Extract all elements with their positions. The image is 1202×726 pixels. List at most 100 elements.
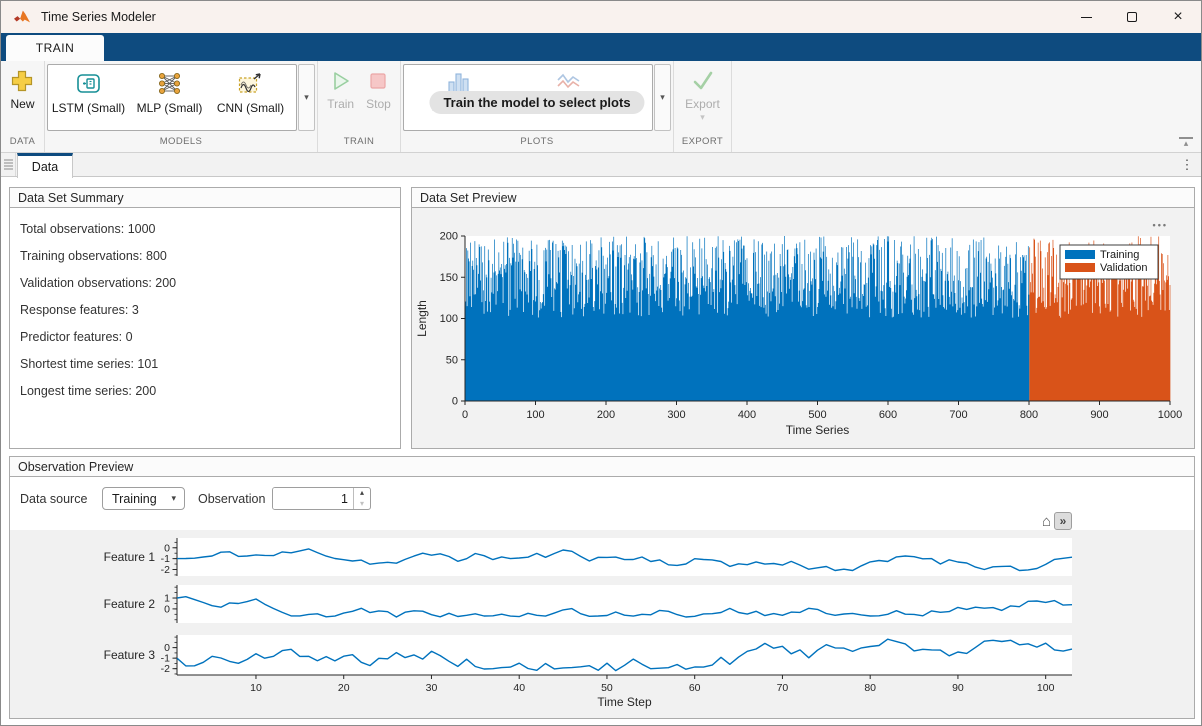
svg-text:100: 100 xyxy=(440,313,458,325)
ribbon-section-export: Export ▾ EXPORT xyxy=(674,61,732,152)
play-icon xyxy=(330,70,352,92)
minimize-icon xyxy=(1081,17,1092,18)
home-icon[interactable]: ⌂ xyxy=(1042,514,1051,529)
model-mlp-small[interactable]: MLP (Small) xyxy=(129,65,210,130)
title-bar: Time Series Modeler × xyxy=(1,1,1201,33)
svg-text:200: 200 xyxy=(597,409,615,421)
dataset-preview-chart: 0501001502000100200300400500600700800900… xyxy=(412,208,1194,449)
observation-figure: 0-1-2Feature 110Feature 20-1-2Feature 31… xyxy=(10,530,1194,718)
stop-button[interactable]: Stop xyxy=(366,70,391,136)
svg-text:500: 500 xyxy=(808,409,826,421)
observation-controls: Data source Training ▾ Observation ▴ ▾ xyxy=(10,487,1194,513)
svg-text:Training: Training xyxy=(1100,249,1139,261)
svg-text:90: 90 xyxy=(952,682,964,694)
ribbon: New DATA xyxy=(1,61,1201,153)
svg-text:Feature 2: Feature 2 xyxy=(104,597,156,611)
close-button[interactable]: × xyxy=(1155,1,1201,33)
lstm-model-icon xyxy=(75,70,102,97)
window-title: Time Series Modeler xyxy=(41,10,156,24)
svg-text:70: 70 xyxy=(777,682,789,694)
collapse-ribbon-button[interactable]: ▴ xyxy=(1179,137,1193,148)
observation-panel-title: Observation Preview xyxy=(10,457,1194,477)
model-lstm-label: LSTM (Small) xyxy=(52,101,125,115)
axes-toolbar: ⌂ » xyxy=(1040,511,1074,531)
train-button-label: Train xyxy=(327,97,354,111)
maximize-icon xyxy=(1127,12,1137,22)
summary-response-features: Response features: 3 xyxy=(20,303,400,316)
svg-text:Feature 3: Feature 3 xyxy=(104,648,156,662)
matlab-logo-icon xyxy=(13,9,31,25)
expand-toolbar-button[interactable]: » xyxy=(1054,512,1072,530)
section-label-train: TRAIN xyxy=(318,136,400,152)
model-lstm-small[interactable]: LSTM (Small) xyxy=(48,65,129,130)
cnn-model-icon xyxy=(237,70,264,97)
chart-options-button[interactable]: ••• xyxy=(1153,220,1168,230)
svg-text:800: 800 xyxy=(1020,409,1038,421)
new-plus-icon xyxy=(11,70,33,92)
ribbon-section-data: New DATA xyxy=(1,61,45,152)
svg-text:50: 50 xyxy=(601,682,613,694)
tab-train[interactable]: TRAIN xyxy=(6,35,104,61)
model-cnn-small[interactable]: CNN (Small) xyxy=(210,65,291,130)
model-mlp-label: MLP (Small) xyxy=(137,101,203,115)
new-button-label: New xyxy=(10,97,34,111)
ribbon-tab-strip: TRAIN xyxy=(1,33,1201,61)
maximize-button[interactable] xyxy=(1109,1,1155,33)
plots-gallery-dropdown[interactable]: ▾ xyxy=(654,64,671,131)
svg-text:200: 200 xyxy=(440,231,458,243)
svg-text:300: 300 xyxy=(667,409,685,421)
new-button[interactable]: New xyxy=(10,70,34,136)
svg-text:80: 80 xyxy=(864,682,876,694)
models-gallery: LSTM (Small) xyxy=(47,64,297,131)
models-gallery-dropdown[interactable]: ▾ xyxy=(298,64,315,131)
observation-stepper: ▴ ▾ xyxy=(272,487,371,510)
svg-text:600: 600 xyxy=(879,409,897,421)
svg-text:900: 900 xyxy=(1090,409,1108,421)
model-cnn-label: CNN (Small) xyxy=(217,101,284,115)
svg-text:100: 100 xyxy=(526,409,544,421)
kebab-menu-icon: ⋮ xyxy=(1181,157,1194,173)
svg-text:Time Step: Time Step xyxy=(597,695,652,709)
ribbon-section-models: LSTM (Small) xyxy=(45,61,318,152)
plots-tooltip: Train the model to select plots xyxy=(429,91,644,114)
svg-text:100: 100 xyxy=(1037,682,1055,694)
summary-predictor-features: Predictor features: 0 xyxy=(20,330,400,343)
document-tab-bar: Data ⋮ xyxy=(1,153,1201,177)
chevron-down-icon: ▾ xyxy=(171,493,176,504)
observation-label: Observation xyxy=(198,492,265,506)
svg-text:1000: 1000 xyxy=(1158,409,1182,421)
stop-button-label: Stop xyxy=(366,97,391,111)
svg-text:Validation: Validation xyxy=(1100,262,1148,274)
spin-up-button[interactable]: ▴ xyxy=(354,488,370,499)
checkmark-icon xyxy=(691,70,715,92)
svg-text:400: 400 xyxy=(738,409,756,421)
data-source-label: Data source xyxy=(20,492,87,506)
spin-down-button[interactable]: ▾ xyxy=(354,499,370,510)
tab-bar-menu-button[interactable]: ⋮ xyxy=(1173,153,1201,176)
observation-input[interactable] xyxy=(273,488,353,509)
export-button[interactable]: Export ▾ xyxy=(685,70,720,136)
tab-data[interactable]: Data xyxy=(17,153,73,178)
tab-train-label: TRAIN xyxy=(36,41,75,55)
svg-text:0: 0 xyxy=(452,396,458,408)
panel-grip-handle[interactable] xyxy=(1,153,16,176)
svg-text:700: 700 xyxy=(949,409,967,421)
data-set-preview-panel: Data Set Preview 05010015020001002003004… xyxy=(411,187,1195,449)
svg-text:-2: -2 xyxy=(161,663,170,675)
summary-total-observations: Total observations: 1000 xyxy=(20,222,400,235)
train-button[interactable]: Train xyxy=(327,70,354,136)
svg-text:40: 40 xyxy=(513,682,525,694)
section-label-models: MODELS xyxy=(45,136,317,152)
mlp-model-icon xyxy=(156,70,183,97)
export-button-label: Export xyxy=(685,97,720,111)
svg-text:0: 0 xyxy=(462,409,468,421)
tab-data-label: Data xyxy=(32,160,58,174)
summary-panel-title: Data Set Summary xyxy=(10,188,400,208)
svg-text:10: 10 xyxy=(250,682,262,694)
minimize-button[interactable] xyxy=(1063,1,1109,33)
chevron-down-icon: ▾ xyxy=(304,92,309,103)
data-source-dropdown[interactable]: Training ▾ xyxy=(102,487,185,510)
data-source-value: Training xyxy=(112,492,157,506)
svg-text:30: 30 xyxy=(426,682,438,694)
chevron-down-icon: ▾ xyxy=(700,112,705,123)
